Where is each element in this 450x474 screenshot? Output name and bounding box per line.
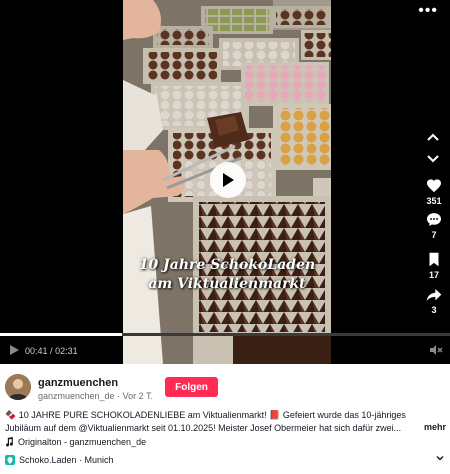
more-options-icon[interactable]: ••• xyxy=(418,2,438,20)
heart-icon xyxy=(427,179,441,193)
progress-bar[interactable] xyxy=(0,333,450,336)
like-button[interactable]: 351 xyxy=(423,178,445,206)
meta-separator: · xyxy=(117,391,121,401)
share-button[interactable]: 3 xyxy=(423,288,445,315)
bookmark-icon xyxy=(429,252,439,267)
time-separator: / xyxy=(50,346,53,356)
play-button[interactable] xyxy=(210,162,246,198)
comment-icon xyxy=(427,213,441,227)
previous-video-icon[interactable] xyxy=(425,130,441,144)
save-count: 17 xyxy=(428,270,439,280)
sound-label: Originalton - ganzmuenchen_de xyxy=(18,437,147,447)
music-note-icon xyxy=(6,437,13,447)
video-info-panel: ganzmuenchen ganzmuenchen_de · Vor 2 T. … xyxy=(0,364,450,474)
share-arrow-icon xyxy=(426,289,442,301)
caption-line-2: am Viktualienmarkt xyxy=(148,276,306,292)
mute-icon[interactable] xyxy=(429,344,443,356)
author-handle[interactable]: ganzmuenchen_de xyxy=(38,391,115,401)
avatar-image xyxy=(5,374,31,400)
video-description: 🍫 10 JAHRE PURE SCHOKOLADENLIEBE am Vikt… xyxy=(5,410,406,433)
avatar[interactable] xyxy=(5,374,31,400)
author-name[interactable]: ganzmuenchen xyxy=(38,377,118,389)
progress-fill xyxy=(0,333,122,336)
play-icon xyxy=(223,173,234,187)
author-meta: ganzmuenchen_de · Vor 2 T. xyxy=(38,391,153,401)
next-video-icon[interactable] xyxy=(425,152,441,166)
save-button[interactable]: 17 xyxy=(423,252,445,280)
chevron-down-icon[interactable] xyxy=(435,453,445,463)
elapsed-time: 00:41 xyxy=(25,346,48,356)
location-link[interactable]: Schoko.Laden · Munich xyxy=(5,455,114,465)
comment-count: 7 xyxy=(431,230,437,240)
share-count: 3 xyxy=(431,305,437,315)
play-control-icon[interactable] xyxy=(8,344,20,356)
video-caption: 10 Jahre SchokoLaden am Viktualienmarkt xyxy=(123,256,331,294)
video-player[interactable]: 10 Jahre SchokoLaden am Viktualienmarkt … xyxy=(0,0,450,364)
like-count: 351 xyxy=(426,196,442,206)
post-age: Vor 2 T. xyxy=(122,391,153,401)
total-duration: 02:31 xyxy=(55,346,78,356)
follow-button[interactable]: Folgen xyxy=(165,377,218,397)
sound-link[interactable]: Originalton - ganzmuenchen_de xyxy=(5,437,146,447)
location-icon xyxy=(5,455,15,465)
location-label: Schoko.Laden · Munich xyxy=(19,455,114,465)
description-more-link[interactable]: mehr xyxy=(424,422,446,432)
caption-line-1: 10 Jahre SchokoLaden xyxy=(138,257,316,273)
comment-button[interactable]: 7 xyxy=(423,212,445,240)
time-readout: 00:41 / 02:31 xyxy=(25,346,78,356)
